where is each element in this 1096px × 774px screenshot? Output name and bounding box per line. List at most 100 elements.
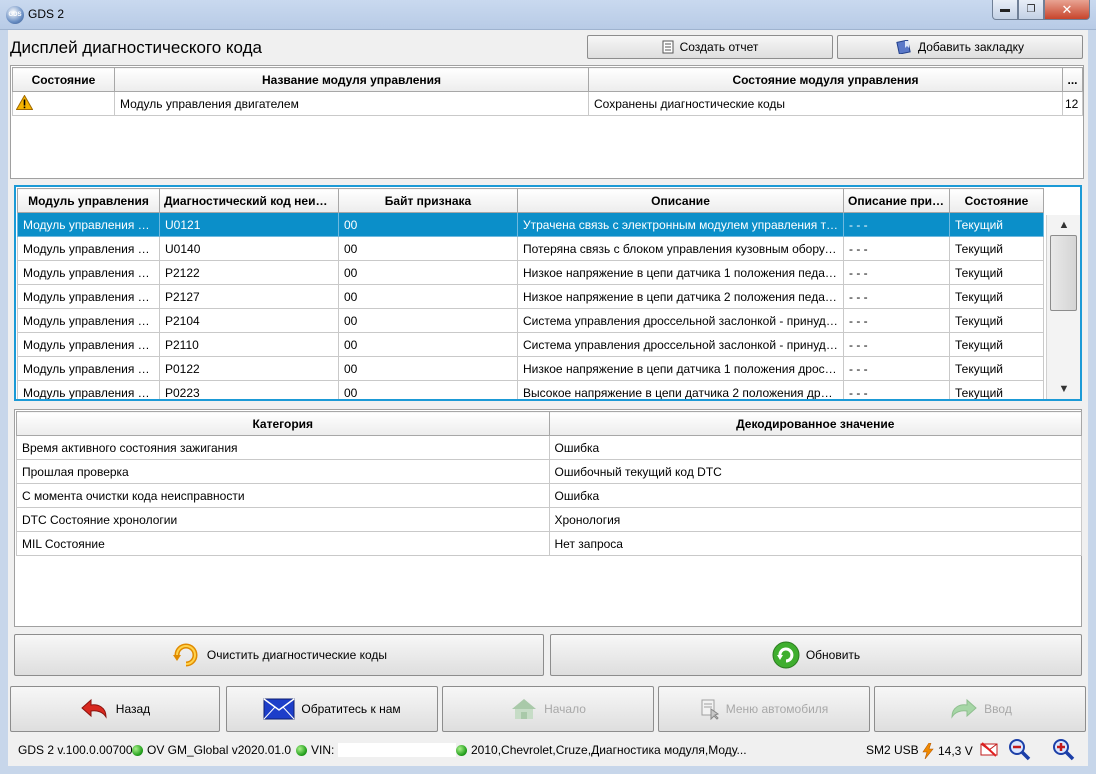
dtc-scrollbar[interactable]: ▲ ▼ [1046, 215, 1080, 399]
description-cell: Утрачена связь с электронным модулем упр… [517, 212, 844, 237]
column-header-control-module[interactable]: Модуль управления [17, 188, 160, 213]
mail-alert-icon[interactable] [980, 741, 998, 757]
vin-value [338, 743, 457, 757]
decode-table: Категория Декодированное значение Время … [16, 411, 1082, 556]
state-cell: Текущий [949, 356, 1044, 381]
symptom-byte-cell: 00 [338, 236, 518, 261]
status-ok-icon [456, 744, 467, 756]
symptom-description-cell: - - - [843, 236, 950, 261]
symptom-byte-cell: 00 [338, 356, 518, 381]
clear-codes-button[interactable]: Очистить диагностические коды [14, 634, 544, 676]
column-header-more[interactable]: ... [1062, 67, 1083, 92]
enter-button[interactable]: Ввод [874, 686, 1086, 732]
enter-label: Ввод [984, 702, 1012, 716]
close-button[interactable]: ✕ [1044, 0, 1090, 20]
report-icon [662, 40, 674, 54]
column-header-module-name[interactable]: Название модуля управления [114, 67, 589, 92]
back-button[interactable]: Назад [10, 686, 220, 732]
vehicle-menu-icon [701, 699, 719, 720]
page-title: Дисплей диагностического кода [10, 38, 262, 57]
maximize-button[interactable]: ❐ [1018, 0, 1044, 20]
category-cell: DTC Состояние хронологии [16, 507, 550, 532]
symptom-description-cell: - - - [843, 332, 950, 357]
home-button[interactable]: Начало [442, 686, 654, 732]
status-bar: GDS 2 v.100.0.00700 OV GM_Global v2020.0… [8, 736, 1088, 764]
symptom-byte-cell: 00 [338, 380, 518, 399]
table-row[interactable]: Модуль управления двигателемP012200Низко… [17, 356, 1044, 381]
column-header-symptom-byte[interactable]: Байт признака [338, 188, 518, 213]
window-title: GDS 2 [28, 7, 65, 21]
table-row[interactable]: С момента очистки кода неисправности Ошиб… [16, 483, 1082, 508]
table-row[interactable]: Модуль управления двигателемU012100Утрач… [17, 212, 1044, 237]
bookmark-icon [896, 40, 911, 54]
state-cell: Текущий [949, 260, 1044, 285]
contact-button[interactable]: Обратитесь к нам [226, 686, 438, 732]
table-row[interactable]: Модуль управления двигателемP212700Низко… [17, 284, 1044, 309]
decoded-value-cell: Ошибочный текущий код DTC [548, 459, 1082, 484]
table-row[interactable]: Модуль управления двигателемP022300Высок… [17, 380, 1044, 399]
column-header-status[interactable]: Состояние [12, 67, 115, 92]
table-row[interactable]: Модуль управления двигателемU014000Потер… [17, 236, 1044, 261]
refresh-icon [772, 641, 800, 669]
control-module-cell: Модуль управления двигателем [17, 236, 160, 261]
description-cell: Потеряна связь с блоком управления кузов… [517, 236, 844, 261]
symptom-byte-cell: 00 [338, 332, 518, 357]
column-header-description[interactable]: Описание [517, 188, 844, 213]
minimize-button[interactable]: ▬ [992, 0, 1018, 20]
table-row[interactable]: MIL Состояние Нет запроса [16, 531, 1082, 556]
vehicle-menu-button[interactable]: Меню автомобиля [658, 686, 870, 732]
symptom-byte-cell: 00 [338, 260, 518, 285]
dtc-code-cell: P2122 [159, 260, 339, 285]
column-header-state[interactable]: Состояние [949, 188, 1044, 213]
scroll-down-icon[interactable]: ▼ [1047, 379, 1080, 399]
category-cell: Прошлая проверка [16, 459, 550, 484]
control-module-cell: Модуль управления двигателем [17, 332, 160, 357]
scroll-thumb[interactable] [1050, 235, 1077, 311]
table-row[interactable]: Модуль управления двигателемP212200Низко… [17, 260, 1044, 285]
decoded-value-cell: Нет запроса [548, 531, 1082, 556]
refresh-button[interactable]: Обновить [550, 634, 1082, 676]
envelope-icon [263, 698, 295, 720]
decode-panel: Категория Декодированное значение Время … [14, 409, 1082, 627]
table-row[interactable]: Прошлая проверка Ошибочный текущий код DT… [16, 459, 1082, 484]
column-header-module-state[interactable]: Состояние модуля управления [588, 67, 1063, 92]
description-cell: Низкое напряжение в цепи датчика 1 полож… [517, 260, 844, 285]
scroll-up-icon[interactable]: ▲ [1047, 215, 1080, 235]
table-row[interactable]: Модуль управления двигателемP211000Систе… [17, 332, 1044, 357]
contact-label: Обратитесь к нам [301, 702, 401, 716]
table-row[interactable]: DTC Состояние хронологии Хронология [16, 507, 1082, 532]
back-label: Назад [115, 702, 151, 716]
symptom-description-cell: - - - [843, 212, 950, 237]
warning-icon [15, 93, 34, 110]
global-status: OV GM_Global v2020.01.0 [132, 743, 291, 757]
zoom-in-icon[interactable] [1052, 738, 1076, 762]
dtc-table: Модуль управления Диагностический код не… [17, 188, 1044, 399]
dtc-code-cell: P2127 [159, 284, 339, 309]
vin-status: VIN: [296, 743, 457, 757]
dtc-header-row: Модуль управления Диагностический код не… [17, 188, 1044, 213]
table-row[interactable]: Модуль управления двигателем Сохранены д… [12, 91, 1083, 116]
table-row[interactable]: Время активного состояния зажигания Ошибк… [16, 435, 1082, 460]
window-titlebar: GDS GDS 2 ▬ ❐ ✕ [0, 0, 1096, 30]
decoded-value-cell: Ошибка [548, 435, 1082, 460]
column-header-symptom-description[interactable]: Описание признака [843, 188, 950, 213]
column-header-category[interactable]: Категория [16, 411, 550, 436]
vehicle-menu-label: Меню автомобиля [725, 702, 829, 716]
state-cell: Текущий [949, 332, 1044, 357]
clear-codes-icon [172, 643, 198, 667]
symptom-description-cell: - - - [843, 356, 950, 381]
create-report-button[interactable]: Создать отчет [587, 35, 833, 59]
description-cell: Высокое напряжение в цепи датчика 2 поло… [517, 380, 844, 399]
column-header-decoded-value[interactable]: Декодированное значение [548, 411, 1082, 436]
column-header-dtc-code[interactable]: Диагностический код неисправности [159, 188, 339, 213]
description-cell: Система управления дроссельной заслонкой… [517, 308, 844, 333]
control-module-cell: Модуль управления двигателем [17, 380, 160, 399]
zoom-out-icon[interactable] [1008, 738, 1032, 762]
category-cell: MIL Состояние [16, 531, 550, 556]
control-module-cell: Модуль управления двигателем [17, 356, 160, 381]
category-cell: Время активного состояния зажигания [16, 435, 550, 460]
modules-panel: Состояние Название модуля управления Сос… [10, 65, 1084, 179]
table-row[interactable]: Модуль управления двигателемP210400Систе… [17, 308, 1044, 333]
symptom-byte-cell: 00 [338, 308, 518, 333]
add-bookmark-button[interactable]: Добавить закладку [837, 35, 1083, 59]
